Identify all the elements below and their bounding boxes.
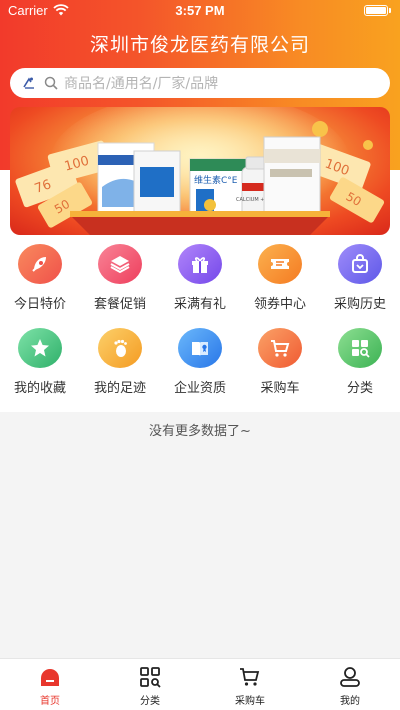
user-icon xyxy=(340,667,360,687)
bag-icon xyxy=(338,244,382,284)
menu-label: 分类 xyxy=(346,381,373,396)
menu-item-category[interactable]: 分类 xyxy=(320,328,400,396)
menu-item-gift[interactable]: 采满有礼 xyxy=(160,244,240,312)
bottom-tab-bar: 首页 分类 采购车 我的 xyxy=(0,658,400,710)
home-icon xyxy=(41,669,59,686)
company-title: 深圳市俊龙医药有限公司 xyxy=(89,34,310,56)
product-box-4 xyxy=(263,136,321,218)
menu-label: 我的收藏 xyxy=(13,381,66,396)
footprint-icon xyxy=(98,328,142,368)
menu-item-footprints[interactable]: 我的足迹 xyxy=(80,328,160,396)
star-icon xyxy=(18,328,62,368)
menu-item-favorites[interactable]: 我的收藏 xyxy=(0,328,80,396)
product-box-2 xyxy=(133,150,181,218)
menu-item-qualification[interactable]: 企业资质 xyxy=(160,328,240,396)
menu-item-cart[interactable]: 采购车 xyxy=(240,328,320,396)
certificate-icon xyxy=(178,328,222,368)
search-placeholder: 商品名/通用名/厂家/品牌 xyxy=(64,76,219,92)
promo-banner[interactable]: 76 100 50 100 50 维生素C°E CALCIUM + xyxy=(10,107,390,235)
search-icon xyxy=(44,76,58,90)
svg-text:维生素C°E: 维生素C°E xyxy=(194,174,238,186)
menu-label: 采满有礼 xyxy=(173,297,226,312)
rocket-icon xyxy=(18,244,62,284)
grid-search-icon xyxy=(140,667,161,688)
menu-item-purchase-history[interactable]: 采购历史 xyxy=(320,244,400,312)
menu-item-coupon-center[interactable]: 领券中心 xyxy=(240,244,320,312)
banner-illustration: 76 100 50 100 50 维生素C°E CALCIUM + xyxy=(15,107,385,235)
cart-icon xyxy=(240,668,260,686)
cart-icon xyxy=(258,328,302,368)
menu-label: 企业资质 xyxy=(173,381,226,396)
tab-cart[interactable]: 采购车 xyxy=(200,659,300,710)
function-menu-grid: 今日特价 套餐促销 采满有礼 领券中心 采购历史 我的收藏 我的足迹 企业资质 … xyxy=(0,244,400,396)
menu-label: 领券中心 xyxy=(253,297,306,312)
tab-label: 采购车 xyxy=(235,696,265,707)
menu-label: 采购历史 xyxy=(333,297,386,312)
battery-icon xyxy=(364,5,391,16)
menu-label: 今日特价 xyxy=(13,297,66,312)
list-end-text: 没有更多数据了~ xyxy=(149,424,251,439)
tab-home[interactable]: 首页 xyxy=(0,659,100,710)
menu-item-package-promo[interactable]: 套餐促销 xyxy=(80,244,160,312)
ticket-icon xyxy=(258,244,302,284)
category-icon xyxy=(338,328,382,368)
status-bar: Carrier 3:57 PM xyxy=(0,0,400,22)
tab-label: 我的 xyxy=(340,696,360,707)
tab-label: 首页 xyxy=(40,696,60,707)
layers-icon xyxy=(98,244,142,284)
menu-item-today-special[interactable]: 今日特价 xyxy=(0,244,80,312)
menu-label: 我的足迹 xyxy=(93,381,146,396)
tab-category[interactable]: 分类 xyxy=(100,659,200,710)
menu-label: 采购车 xyxy=(260,381,300,396)
menu-label: 套餐促销 xyxy=(93,297,146,312)
gift-icon xyxy=(178,244,222,284)
tab-label: 分类 xyxy=(140,696,160,707)
tab-mine[interactable]: 我的 xyxy=(300,659,400,710)
scan-logo-icon[interactable] xyxy=(22,76,36,90)
search-input[interactable]: 商品名/通用名/厂家/品牌 xyxy=(10,68,390,98)
status-time: 3:57 PM xyxy=(175,3,225,18)
